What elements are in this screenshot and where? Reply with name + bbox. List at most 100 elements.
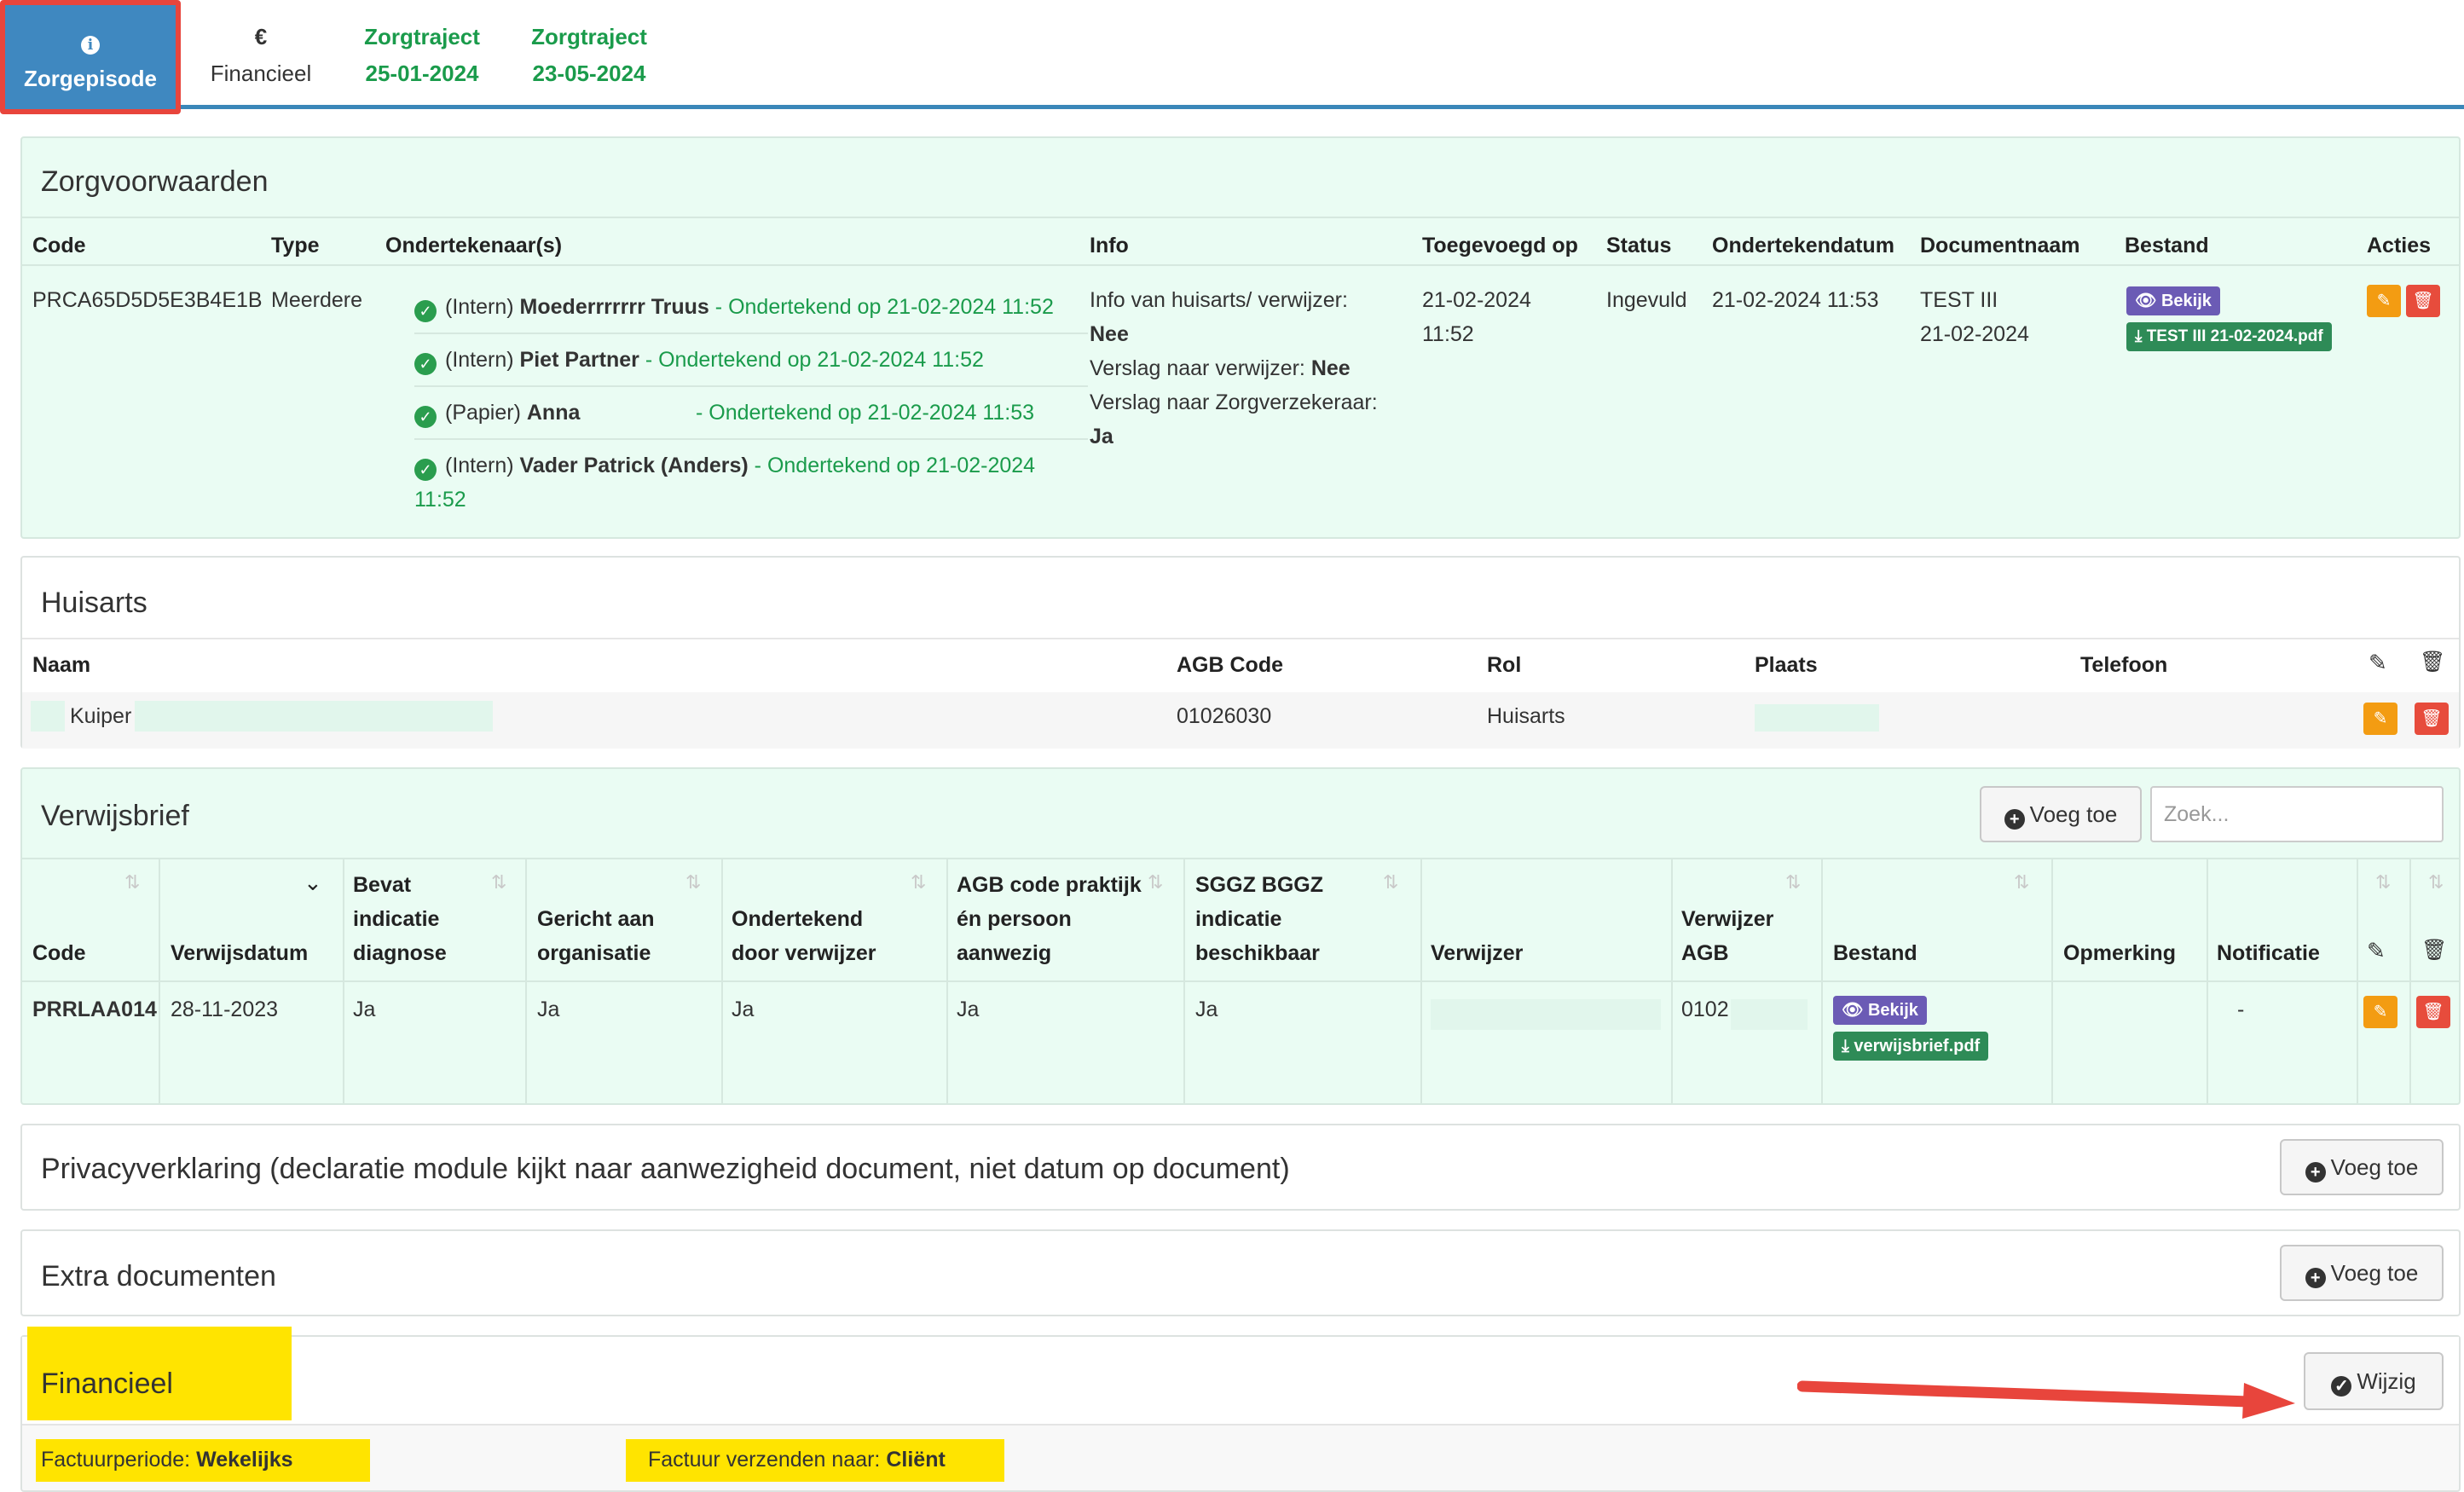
col-opmerking[interactable]: Opmerking (2063, 936, 2176, 970)
tab-date: 23-05-2024 (532, 61, 646, 86)
col-sggz-1[interactable]: SGGZ BGGZ (1195, 868, 1323, 902)
eye-icon: 👁 (1842, 1001, 1864, 1020)
signer-status-cont: 11:52 (414, 488, 466, 512)
tab-zorgepisode[interactable]: i Zorgepisode (0, 0, 181, 114)
panel-title: Huisarts (41, 587, 147, 619)
download-file-button[interactable]: ⤓ TEST III 21-02-2024.pdf (2126, 322, 2332, 351)
edit-button[interactable]: ✎ (2367, 285, 2401, 317)
check-circle-icon: ✓ (414, 353, 437, 375)
delete-button[interactable]: 🗑 (2416, 996, 2450, 1028)
chevron-down-icon[interactable]: ⌄ (304, 870, 322, 896)
signer-name: Piet Partner (519, 348, 639, 372)
col-agb-praktijk-2[interactable]: én persoon (957, 902, 1072, 936)
cell-docdate: 21-02-2024 (1920, 322, 2029, 346)
sort-icon[interactable]: ⇅ (124, 871, 140, 893)
col-verwijzer-agb-1[interactable]: Verwijzer (1681, 902, 1773, 936)
panel-title: Financieel (41, 1368, 173, 1400)
download-file-button[interactable]: ⤓ verwijsbrief.pdf (1833, 1032, 1989, 1061)
huisarts-panel: Huisarts Naam AGB Code Rol Plaats Telefo… (20, 556, 2461, 749)
cell-notificatie: - (2237, 998, 2245, 1021)
signer-prefix: (Papier) (445, 401, 521, 425)
plus-circle-icon: + (2305, 1268, 2326, 1288)
edit-button[interactable]: ✎ (2363, 996, 2397, 1028)
col-ondertekend-1[interactable]: Ondertekend (732, 902, 863, 936)
col-bestand[interactable]: Bestand (1833, 936, 1917, 970)
col-acties: Acties (2367, 234, 2432, 257)
info-value: Nee (1090, 322, 1129, 346)
view-button[interactable]: 👁 Bekijk (1833, 996, 1927, 1025)
tab-zorgtraject-1[interactable]: Zorgtraject 25-01-2024 (350, 0, 495, 109)
pencil-icon: ✎ (2376, 292, 2392, 310)
wijzig-button[interactable]: ✓ Wijzig (2304, 1352, 2444, 1410)
edit-button[interactable]: ✎ (2363, 703, 2397, 735)
sort-icon[interactable]: ⇅ (1785, 871, 1801, 893)
col-bevat-2[interactable]: indicatie (353, 902, 439, 936)
sort-icon[interactable]: ⇅ (2375, 871, 2391, 893)
sort-icon[interactable]: ⇅ (1383, 871, 1398, 893)
trash-icon: 🗑 (2412, 292, 2434, 310)
col-sggz-3[interactable]: beschikbaar (1195, 936, 1320, 970)
delete-button[interactable]: 🗑 (2406, 285, 2440, 317)
col-ondertekenaars: Ondertekenaar(s) (385, 234, 563, 257)
col-ondertekend-2[interactable]: door verwijzer (732, 936, 876, 970)
sort-icon[interactable]: ⇅ (685, 871, 701, 893)
tab-label: Zorgtraject (531, 24, 647, 49)
check-circle-icon: ✓ (414, 459, 437, 481)
cell-signed-date: 21-02-2024 11:53 (1712, 288, 1879, 312)
eye-icon: 👁 (2135, 292, 2157, 310)
factuur-verzenden: Factuur verzenden naar: Cliënt (648, 1448, 946, 1472)
add-extra-document-button[interactable]: + Voeg toe (2280, 1245, 2444, 1301)
col-agb-praktijk-3[interactable]: aanwezig (957, 936, 1051, 970)
delete-button[interactable]: 🗑 (2415, 703, 2449, 735)
signer-name: Moederrrrrrr Truus (519, 295, 709, 319)
cell-verwijsdatum: 28-11-2023 (171, 998, 279, 1021)
sort-icon[interactable]: ⇅ (911, 871, 926, 893)
col-verwijsdatum[interactable]: Verwijsdatum (171, 936, 308, 970)
annotation-arrow (1796, 1378, 2297, 1419)
plus-circle-icon: + (2305, 1162, 2326, 1183)
trash-icon: 🗑 (2422, 1003, 2444, 1021)
signer-status: - Ondertekend op 21-02-2024 11:52 (714, 295, 1054, 319)
col-code[interactable]: Code (32, 936, 86, 970)
col-gericht-2[interactable]: organisatie (537, 936, 651, 970)
cell-gericht: Ja (537, 998, 560, 1021)
sort-icon[interactable]: ⇅ (1148, 871, 1163, 893)
zorgvoorwaarden-panel: Zorgvoorwaarden Code Type Ondertekenaar(… (20, 136, 2461, 539)
cell-added-date: 21-02-2024 (1422, 288, 1531, 312)
cell-rol: Huisarts (1487, 704, 1565, 728)
tab-label: Zorgepisode (23, 66, 157, 91)
info-line: Info van huisarts/ verwijzer: (1090, 288, 1348, 312)
view-button[interactable]: 👁 Bekijk (2126, 286, 2220, 315)
add-verwijsbrief-button[interactable]: + Voeg toe (1980, 786, 2142, 842)
pencil-icon: ✎ (2373, 709, 2388, 728)
sort-icon[interactable]: ⇅ (2428, 871, 2444, 893)
col-type: Type (271, 234, 320, 257)
tab-zorgtraject-2[interactable]: Zorgtraject 23-05-2024 (517, 0, 662, 109)
panel-title: Privacyverklaring (declaratie module kij… (41, 1153, 1290, 1185)
cell-docname: TEST III (1920, 288, 1998, 312)
info-line: Verslag naar Zorgverzekeraar: (1090, 390, 1378, 414)
col-bevat-3[interactable]: diagnose (353, 936, 447, 970)
search-input[interactable]: Zoek... (2150, 786, 2444, 842)
signer-prefix: (Intern) (445, 348, 514, 372)
signer-status: - Ondertekend op 21-02-2024 11:53 (696, 401, 1035, 425)
col-verwijzer[interactable]: Verwijzer (1431, 936, 1523, 970)
download-icon: ⤓ (1842, 1037, 1849, 1055)
col-verwijzer-agb-2[interactable]: AGB (1681, 936, 1729, 970)
col-rol: Rol (1487, 653, 1522, 677)
tab-date: 25-01-2024 (365, 61, 479, 86)
download-icon: ⤓ (2135, 327, 2143, 345)
col-bevat-1[interactable]: Bevat (353, 868, 411, 902)
signer-prefix: (Intern) (445, 454, 514, 477)
add-privacy-button[interactable]: + Voeg toe (2280, 1139, 2444, 1195)
sort-icon[interactable]: ⇅ (2014, 871, 2029, 893)
info-line: Verslag naar verwijzer: Nee (1090, 356, 1351, 380)
col-notificatie[interactable]: Notificatie (2217, 936, 2320, 970)
sort-icon[interactable]: ⇅ (491, 871, 506, 893)
info-value: Ja (1090, 425, 1113, 448)
check-circle-icon: ✓ (2331, 1376, 2352, 1397)
col-gericht-1[interactable]: Gericht aan (537, 902, 655, 936)
col-sggz-2[interactable]: indicatie (1195, 902, 1281, 936)
tab-financieel[interactable]: € Financieel (189, 0, 333, 109)
col-agb-praktijk-1[interactable]: AGB code praktijk (957, 868, 1142, 902)
